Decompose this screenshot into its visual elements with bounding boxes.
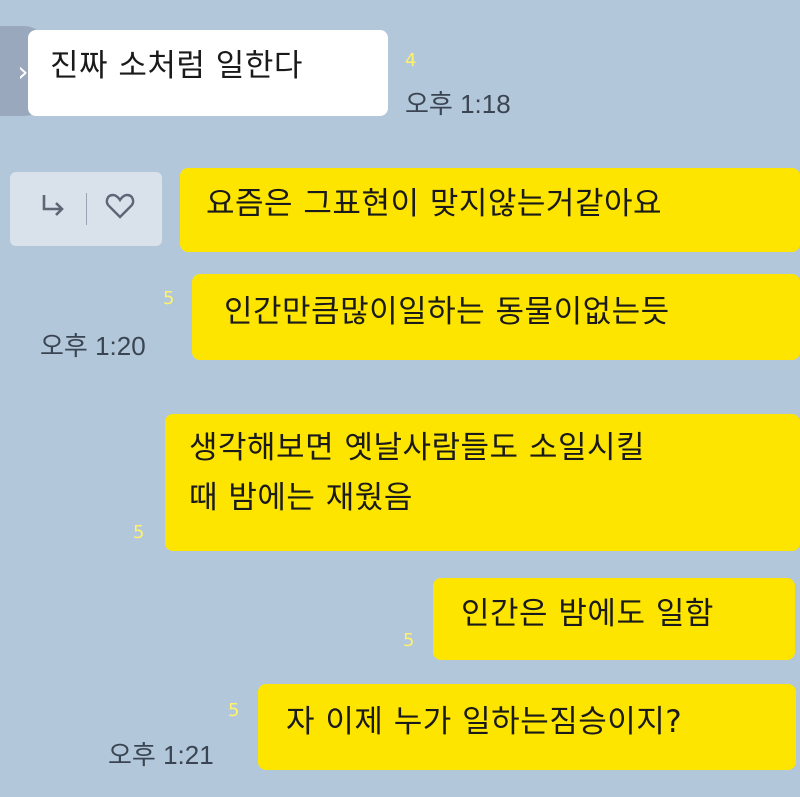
reaction-toolbar bbox=[10, 172, 162, 246]
message-bubble-outgoing[interactable]: 생각해보면 옛날사람들도 소일시킬 때 밤에는 재웠음 bbox=[165, 414, 800, 551]
unread-count: 5 bbox=[163, 288, 175, 309]
unread-count: 5 bbox=[403, 630, 415, 651]
message-bubble-outgoing[interactable]: 요즘은 그표현이 맞지않는거같아요 bbox=[180, 168, 800, 252]
message-text-line: 때 밤에는 재웠음 bbox=[189, 479, 413, 516]
message-text-line: 생각해보면 옛날사람들도 소일시킬 bbox=[189, 430, 646, 466]
heart-icon[interactable] bbox=[105, 192, 135, 227]
unread-count: 5 bbox=[228, 700, 240, 721]
message-text: 인간은 밤에도 일함 bbox=[461, 596, 714, 632]
message-text: 진짜 소처럼 일한다 bbox=[50, 48, 303, 84]
message-bubble-outgoing[interactable]: 자 이제 누가 일하는짐승이지? bbox=[258, 684, 796, 770]
message-text: 자 이제 누가 일하는짐승이지? bbox=[286, 704, 683, 740]
message-bubble-incoming[interactable]: 진짜 소처럼 일한다 bbox=[28, 30, 388, 116]
message-time: 오후 1:21 bbox=[108, 740, 214, 770]
divider bbox=[85, 193, 87, 225]
reply-arrow-icon[interactable] bbox=[38, 191, 68, 228]
chevron-right-icon: › bbox=[17, 54, 29, 88]
message-text: 요즘은 그표현이 맞지않는거같아요 bbox=[206, 186, 663, 222]
message-bubble-outgoing[interactable]: 인간만큼많이일하는 동물이없는듯 bbox=[192, 274, 800, 360]
message-time: 오후 1:18 bbox=[405, 89, 511, 119]
message-time: 오후 1:20 bbox=[40, 331, 146, 361]
message-text: 인간만큼많이일하는 동물이없는듯 bbox=[224, 294, 670, 330]
message-bubble-outgoing[interactable]: 인간은 밤에도 일함 bbox=[433, 578, 795, 660]
unread-count: 5 bbox=[133, 522, 145, 543]
unread-count: 4 bbox=[405, 50, 417, 71]
